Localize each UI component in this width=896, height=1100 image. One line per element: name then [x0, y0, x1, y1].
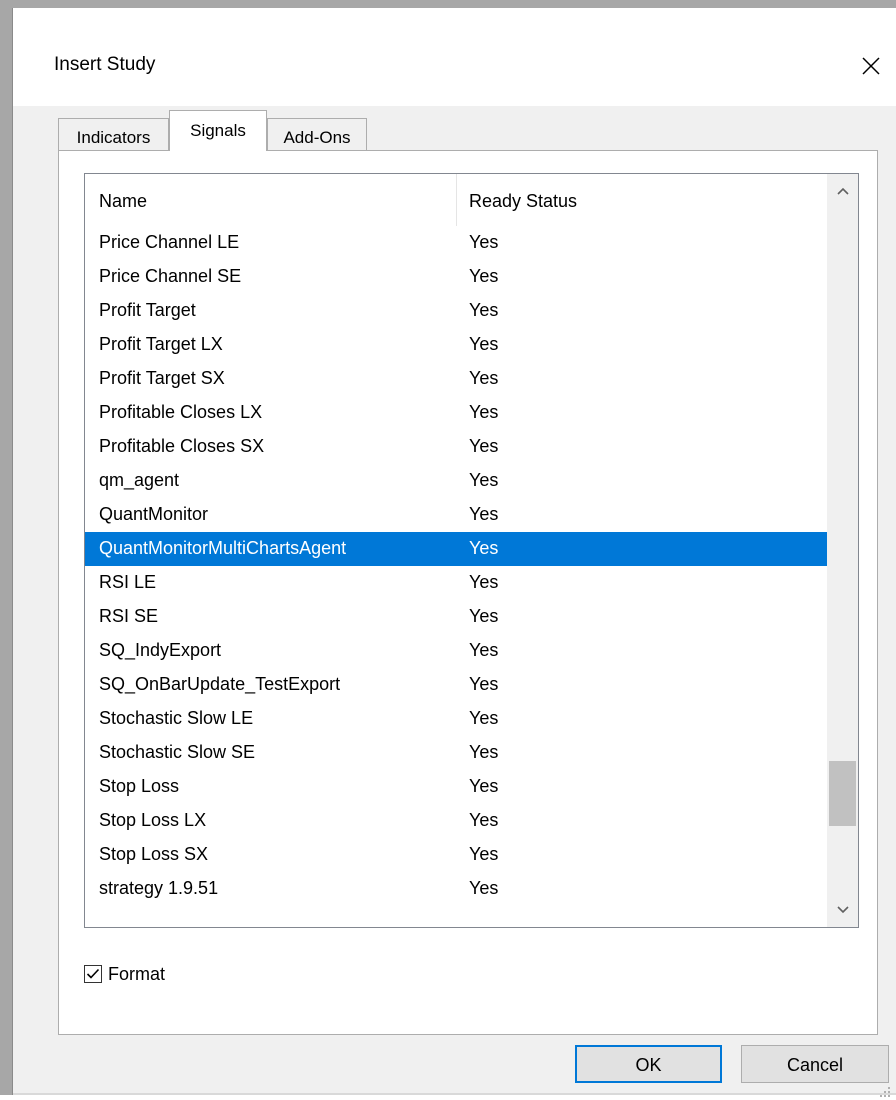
- tab-indicators[interactable]: Indicators: [58, 118, 169, 150]
- row-status: Yes: [469, 538, 499, 558]
- list-row[interactable]: Price Channel LE Yes: [85, 226, 827, 260]
- row-status: Yes: [469, 300, 499, 320]
- vertical-scrollbar[interactable]: [827, 174, 858, 927]
- list-row[interactable]: SQ_IndyExport Yes: [85, 634, 827, 668]
- signals-tab-panel: Name Ready Status Price Channel LE Yes Pr…: [58, 150, 878, 1035]
- row-name: Profit Target: [99, 300, 196, 320]
- row-name: Price Channel SE: [99, 266, 242, 286]
- list-row[interactable]: strategy 1.9.51 Yes: [85, 872, 827, 906]
- row-name: Price Channel LE: [99, 232, 240, 252]
- list-row[interactable]: Profitable Closes SX Yes: [85, 430, 827, 464]
- row-name: Stochastic Slow SE: [99, 742, 256, 762]
- list-row[interactable]: SQ_OnBarUpdate_TestExport Yes: [85, 668, 827, 702]
- list-row[interactable]: QuantMonitor Yes: [85, 498, 827, 532]
- row-status: Yes: [469, 844, 499, 864]
- row-name: Stop Loss LX: [99, 810, 207, 830]
- tab-add-ons[interactable]: Add-Ons: [267, 118, 367, 150]
- list-row[interactable]: Stochastic Slow LE Yes: [85, 702, 827, 736]
- column-header-name[interactable]: Name: [85, 174, 457, 226]
- list-row[interactable]: Stop Loss Yes: [85, 770, 827, 804]
- format-checkbox-row[interactable]: Format: [84, 962, 165, 986]
- row-status: Yes: [469, 504, 499, 524]
- scrollbar-thumb[interactable]: [829, 761, 856, 826]
- format-checkbox[interactable]: [84, 965, 102, 983]
- row-name: Stochastic Slow LE: [99, 708, 254, 728]
- row-name: strategy 1.9.51: [99, 878, 219, 898]
- list-rows: Price Channel LE Yes Price Channel SE Yes …: [85, 226, 827, 906]
- row-status: Yes: [469, 742, 499, 762]
- row-name: Profit Target SX: [99, 368, 225, 388]
- row-status: Yes: [469, 232, 499, 252]
- list-row[interactable]: Stochastic Slow SE Yes: [85, 736, 827, 770]
- row-name: QuantMonitor: [99, 504, 209, 524]
- row-name: SQ_IndyExport: [99, 640, 222, 660]
- checkmark-icon: [86, 968, 100, 979]
- signals-list[interactable]: Name Ready Status Price Channel LE Yes Pr…: [84, 173, 859, 928]
- row-status: Yes: [469, 810, 499, 830]
- row-status: Yes: [469, 368, 499, 388]
- row-name: Stop Loss SX: [99, 844, 209, 864]
- list-row[interactable]: Profit Target SX Yes: [85, 362, 827, 396]
- row-status: Yes: [469, 436, 499, 456]
- resize-grip-icon[interactable]: [875, 1082, 893, 1100]
- list-row[interactable]: qm_agent Yes: [85, 464, 827, 498]
- list-header: Name Ready Status: [85, 174, 827, 226]
- list-row[interactable]: RSI SE Yes: [85, 600, 827, 634]
- row-name: QuantMonitorMultiChartsAgent: [99, 538, 347, 558]
- row-status: Yes: [469, 402, 499, 422]
- row-status: Yes: [469, 878, 499, 898]
- desktop-backdrop-left: [0, 0, 12, 1095]
- row-status: Yes: [469, 470, 499, 490]
- row-name: Profit Target LX: [99, 334, 223, 354]
- tab-add-ons-label: Add-Ons: [283, 128, 351, 147]
- row-name: qm_agent: [99, 470, 180, 490]
- list-row[interactable]: Profitable Closes LX Yes: [85, 396, 827, 430]
- row-name: Stop Loss: [99, 776, 180, 796]
- row-status: Yes: [469, 708, 499, 728]
- close-icon: [862, 57, 880, 75]
- row-name: SQ_OnBarUpdate_TestExport: [99, 674, 341, 694]
- list-row[interactable]: Profit Target Yes: [85, 294, 827, 328]
- tab-signals[interactable]: Signals: [169, 110, 267, 151]
- row-name: Profitable Closes SX: [99, 436, 265, 456]
- scroll-down-button[interactable]: [827, 893, 858, 927]
- list-row[interactable]: RSI LE Yes: [85, 566, 827, 600]
- row-status: Yes: [469, 776, 499, 796]
- list-row[interactable]: Profit Target LX Yes: [85, 328, 827, 362]
- tab-strip: Indicators Signals Add-Ons: [13, 106, 896, 151]
- tab-signals-label: Signals: [190, 121, 246, 140]
- row-name: RSI SE: [99, 606, 159, 626]
- list-row[interactable]: Price Channel SE Yes: [85, 260, 827, 294]
- chevron-down-icon: [836, 906, 849, 914]
- row-status: Yes: [469, 674, 499, 694]
- list-row[interactable]: Stop Loss LX Yes: [85, 804, 827, 838]
- dialog-title: Insert Study: [54, 54, 156, 75]
- cancel-button[interactable]: Cancel: [741, 1045, 889, 1083]
- row-status: Yes: [469, 334, 499, 354]
- row-status: Yes: [469, 606, 499, 626]
- close-button[interactable]: [851, 46, 891, 86]
- row-name: Profitable Closes LX: [99, 402, 263, 422]
- title-bar[interactable]: Insert Study: [13, 8, 896, 106]
- insert-study-dialog: Insert Study Indicators Signals Add-Ons …: [12, 8, 896, 1097]
- scroll-up-button[interactable]: [827, 174, 858, 208]
- chevron-up-icon: [836, 187, 849, 195]
- desktop-backdrop-top: [0, 0, 896, 8]
- row-name: RSI LE: [99, 572, 157, 592]
- column-header-ready-status[interactable]: Ready Status: [457, 174, 827, 226]
- format-checkbox-label[interactable]: Format: [108, 964, 165, 985]
- ok-button[interactable]: OK: [575, 1045, 722, 1083]
- row-status: Yes: [469, 640, 499, 660]
- list-row[interactable]: Stop Loss SX Yes: [85, 838, 827, 872]
- list-row-selected[interactable]: QuantMonitorMultiChartsAgent Yes: [85, 532, 827, 566]
- row-status: Yes: [469, 572, 499, 592]
- row-status: Yes: [469, 266, 499, 286]
- tab-indicators-label: Indicators: [76, 128, 151, 147]
